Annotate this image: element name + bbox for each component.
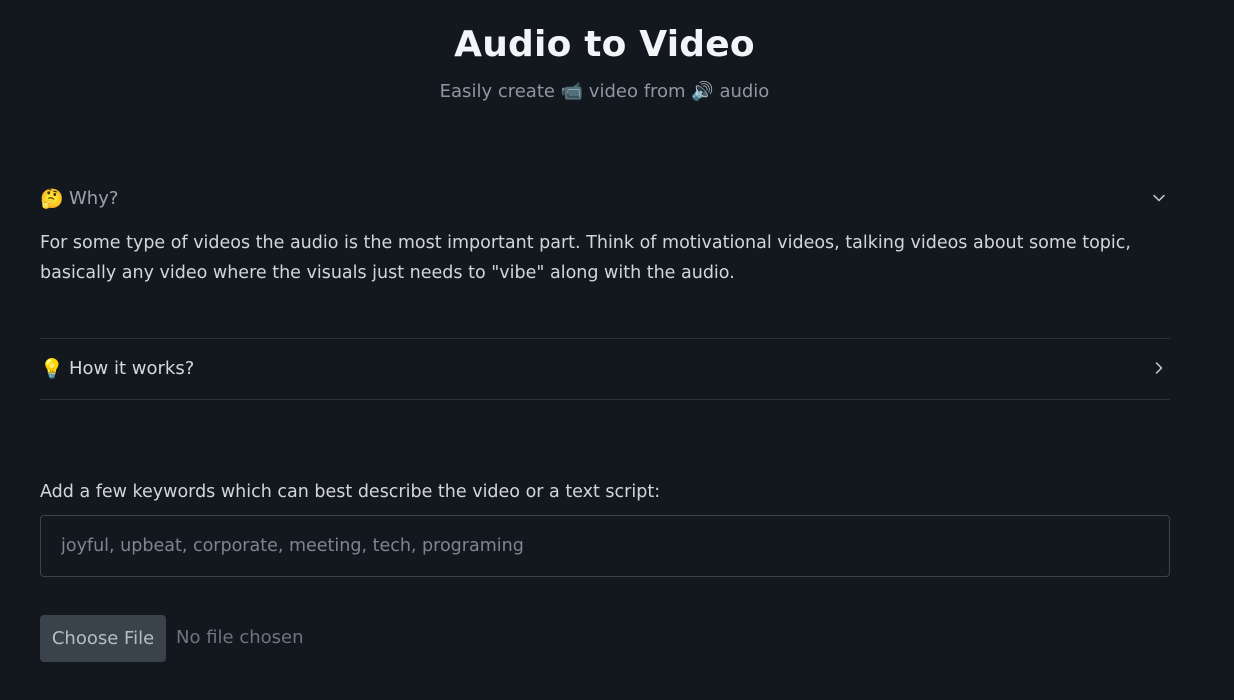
page-subtitle: Easily create 📹 video from 🔊 audio	[439, 81, 770, 102]
chevron-down-icon[interactable]	[1152, 191, 1166, 205]
why-accordion-label: Why?	[69, 187, 119, 209]
how-it-works-accordion-header[interactable]: 💡 How it works?	[40, 354, 1170, 382]
keywords-input[interactable]	[40, 515, 1170, 577]
why-accordion-content: For some type of videos the audio is the…	[40, 233, 1131, 283]
thinking-face-icon: 🤔	[40, 187, 64, 210]
chevron-right-icon[interactable]	[1152, 361, 1166, 375]
why-accordion-title: 🤔 Why?	[40, 187, 118, 210]
how-it-works-accordion-label: How it works?	[69, 357, 195, 379]
choose-file-button[interactable]: Choose File	[40, 615, 166, 662]
accordion-divider	[40, 338, 1170, 339]
accordion-divider	[40, 399, 1170, 400]
keywords-label: Add a few keywords which can best descri…	[40, 482, 661, 502]
page: Audio to Video Easily create 📹 video fro…	[0, 0, 1234, 700]
light-bulb-icon: 💡	[40, 357, 64, 380]
page-title: Audio to Video	[454, 24, 755, 65]
file-status-text: No file chosen	[176, 627, 304, 648]
why-accordion-header[interactable]: 🤔 Why?	[40, 184, 1170, 212]
how-it-works-accordion-title: 💡 How it works?	[40, 357, 194, 380]
